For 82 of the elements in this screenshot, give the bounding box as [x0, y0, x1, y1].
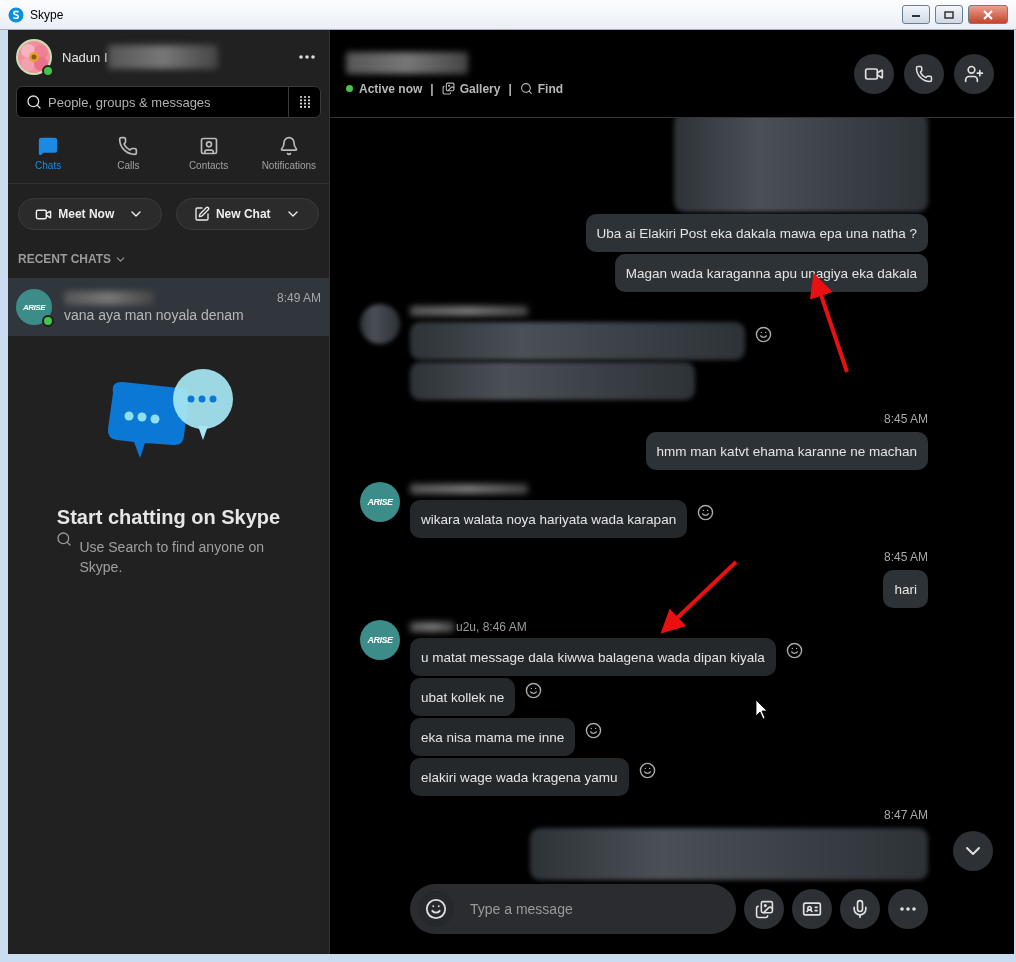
maximize-button[interactable]	[935, 5, 963, 24]
more-icon	[900, 907, 916, 911]
recent-chats-heading[interactable]: RECENT CHATS	[18, 252, 319, 266]
chat-icon	[38, 136, 59, 156]
app-logo-icon	[8, 6, 24, 23]
chat-time: 8:49 AM	[276, 291, 321, 305]
message-time: 8:45 AM	[883, 550, 928, 564]
close-icon	[983, 9, 993, 20]
message-field[interactable]: Type a message	[468, 884, 728, 934]
nav-tab[interactable]: Notifications	[248, 132, 329, 175]
search-icon	[26, 94, 42, 110]
microphone-icon	[850, 899, 870, 919]
contacts-icon	[198, 136, 219, 156]
message-bubble: eka nisa mama me inne	[410, 718, 576, 756]
chat-preview: vana aya man noyala denam	[64, 307, 245, 323]
new-chat-button[interactable]: New Chat	[175, 198, 319, 230]
add-person-icon	[964, 63, 984, 84]
empty-state-hint: Use Search to find anyone on Skype.	[79, 538, 265, 577]
smiley-icon[interactable]	[525, 682, 543, 699]
separator: |	[430, 81, 434, 96]
smiley-icon[interactable]	[755, 326, 772, 343]
blurred-name	[410, 622, 454, 632]
message-bubble: hari	[883, 570, 928, 608]
contact-avatar: ARISE	[16, 289, 52, 325]
sender-time: u2u, 8:46 AM	[456, 620, 527, 634]
contact-card-icon	[802, 899, 822, 919]
smiley-icon	[425, 898, 447, 920]
minimize-button[interactable]	[902, 5, 930, 24]
message-box[interactable]: Type a message	[410, 884, 736, 934]
message-time: 8:45 AM	[883, 412, 928, 426]
more-button[interactable]	[299, 55, 315, 59]
microphone-button[interactable]	[840, 889, 880, 929]
phone-icon	[118, 136, 139, 156]
images-icon	[754, 899, 774, 919]
contact-avatar: ARISE	[360, 482, 400, 522]
window-title: Skype	[30, 7, 65, 22]
add-people-button[interactable]	[954, 53, 994, 94]
gallery-link[interactable]: Gallery	[441, 81, 501, 96]
smiley-icon[interactable]	[697, 504, 715, 521]
images-icon	[441, 82, 455, 95]
message-bubble: ubat kollek ne	[410, 678, 516, 716]
phone-icon	[915, 64, 933, 83]
smiley-icon[interactable]	[585, 722, 603, 739]
status-text: Active now	[359, 81, 423, 96]
more-button[interactable]	[888, 889, 928, 929]
message-bubble: hmm man katvt ehama karanne ne machan	[645, 432, 928, 470]
message-bubble: Uba ai Elakiri Post eka dakala mawa epa una natha ?	[585, 214, 928, 252]
message-bubble: wikara walata noya hariyata wada karapan	[410, 500, 688, 538]
nav-tab[interactable]: Calls	[88, 132, 169, 175]
separator: |	[508, 81, 512, 96]
search-field[interactable]: People, groups & messages	[42, 87, 288, 117]
mouse-cursor-icon	[755, 699, 768, 720]
find-link[interactable]: Find	[519, 81, 564, 96]
search-icon	[55, 531, 72, 547]
meet-now-button[interactable]: Meet Now	[18, 198, 162, 230]
maximize-icon	[944, 10, 954, 19]
media-button[interactable]	[744, 889, 784, 929]
scroll-down-button[interactable]	[953, 831, 993, 871]
close-button[interactable]	[968, 5, 1008, 24]
smiley-icon[interactable]	[638, 762, 656, 779]
message-bubble: u matat message dala kiwwa balagena wada dipan kiyala	[410, 638, 776, 676]
message-bubble: elakiri wage wada kragena yamu	[410, 758, 629, 796]
message-bubble: Magan wada karaganna apu unagiya eka dakala	[614, 254, 928, 292]
more-icon	[299, 55, 315, 59]
nav-tab[interactable]: Chats	[8, 132, 89, 175]
contact-avatar: ARISE	[360, 620, 400, 660]
empty-state-title: Start chatting on Skype	[56, 506, 281, 529]
profile-name: Nadun I	[62, 49, 108, 65]
call-button[interactable]	[904, 53, 944, 94]
dialpad-icon	[298, 95, 311, 109]
compose-icon	[193, 206, 210, 222]
contact-card-button[interactable]	[792, 889, 832, 929]
chat-list-item[interactable]: ARISE 8:49 AM vana aya man noyala denam	[8, 278, 329, 336]
smiley-icon[interactable]	[785, 642, 803, 659]
search-icon	[519, 82, 533, 95]
emoji-button[interactable]	[418, 891, 454, 927]
blurred-avatar	[360, 304, 400, 344]
nav-tab[interactable]: Contacts	[168, 132, 249, 175]
search-box[interactable]: People, groups & messages	[16, 86, 321, 118]
bell-icon	[278, 136, 299, 156]
message-time: 8:47 AM	[883, 808, 928, 822]
video-call-button[interactable]	[854, 53, 894, 94]
